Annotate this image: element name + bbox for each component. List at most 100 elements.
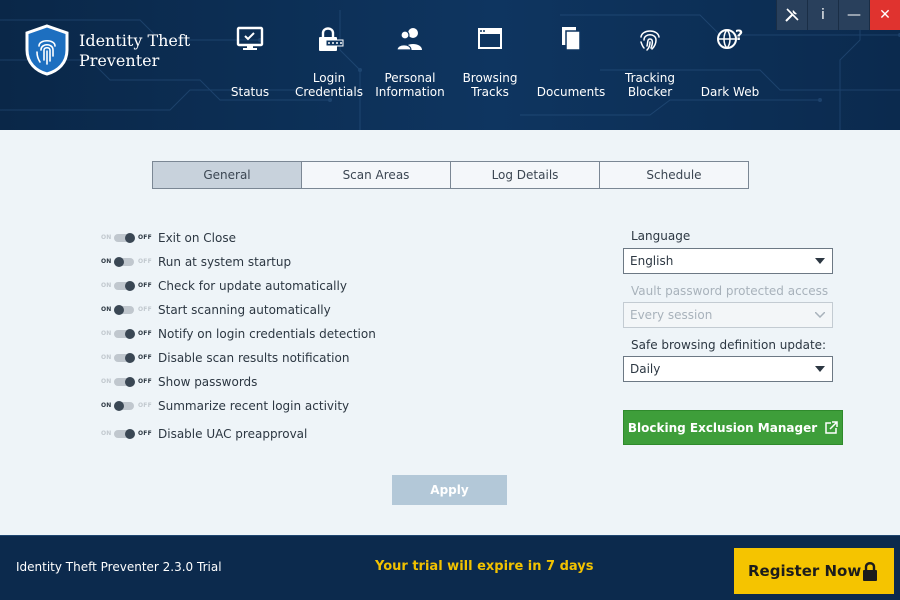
option-label: Show passwords xyxy=(158,375,258,389)
monitor-icon xyxy=(236,26,264,50)
nav-dark-web-label: Dark Web xyxy=(700,85,760,99)
blocking-exclusion-manager-label: Blocking Exclusion Manager xyxy=(627,420,818,435)
toggle-on-text: ON xyxy=(101,378,112,385)
disable-scan-notification-toggle[interactable]: ON OFF xyxy=(101,349,152,367)
toggle-knob xyxy=(125,281,135,291)
toggle-off-text: OFF xyxy=(138,402,152,409)
run-at-startup-toggle[interactable]: ON OFF xyxy=(101,253,152,271)
nav-status[interactable]: Status xyxy=(215,0,285,130)
toggle-on-text: ON xyxy=(101,330,112,337)
exit-on-close-toggle[interactable]: ON OFF xyxy=(101,229,152,247)
tools-button[interactable] xyxy=(776,0,807,30)
option-exit-on-close: ON OFF Exit on Close xyxy=(101,229,236,247)
chevron-down-icon xyxy=(815,312,825,318)
toggle-off-text: OFF xyxy=(138,330,152,337)
language-value: English xyxy=(630,254,674,268)
option-disable-scan-notification: ON OFF Disable scan results notification xyxy=(101,349,349,367)
settings-panel: General Scan Areas Log Details Schedule … xyxy=(0,130,900,535)
summarize-login-toggle[interactable]: ON OFF xyxy=(101,397,152,415)
toggle-off-text: OFF xyxy=(138,234,152,241)
language-select[interactable]: English xyxy=(623,248,833,274)
trial-message: Your trial will expire in 7 days xyxy=(375,559,594,574)
tab-log-details[interactable]: Log Details xyxy=(451,162,600,188)
toggle-on-text: ON xyxy=(101,354,112,361)
app-footer: Identity Theft Preventer 2.3.0 Trial You… xyxy=(0,535,900,600)
settings-tabs: General Scan Areas Log Details Schedule xyxy=(152,161,749,189)
minimize-button[interactable]: — xyxy=(838,0,869,30)
info-button[interactable]: i xyxy=(807,0,838,30)
toggle-knob xyxy=(125,233,135,243)
nav-login-credentials[interactable]: Login Credentials xyxy=(293,0,365,130)
app-title-line2: Preventer xyxy=(79,51,160,70)
show-passwords-toggle[interactable]: ON OFF xyxy=(101,373,152,391)
users-icon xyxy=(396,28,422,51)
tools-icon xyxy=(785,8,799,22)
option-disable-uac: ON OFF Disable UAC preapproval xyxy=(101,425,307,443)
safe-browsing-label: Safe browsing definition update: xyxy=(631,338,827,352)
nav-documents[interactable]: Documents xyxy=(533,0,609,130)
option-label: Summarize recent login activity xyxy=(158,399,350,413)
globe-question-icon: ? xyxy=(717,28,743,49)
option-run-at-startup: ON OFF Run at system startup xyxy=(101,253,291,271)
vault-value: Every session xyxy=(630,308,713,322)
nav-login-credentials-label: Login Credentials xyxy=(294,71,363,99)
toggle-off-text: OFF xyxy=(138,378,152,385)
option-label: Start scanning automatically xyxy=(158,303,331,317)
option-label: Exit on Close xyxy=(158,231,236,245)
documents-icon xyxy=(562,27,581,51)
apply-button[interactable]: Apply xyxy=(392,475,507,505)
nav-browsing-tracks[interactable]: Browsing Tracks xyxy=(455,0,525,130)
tab-schedule[interactable]: Schedule xyxy=(600,162,748,188)
disable-uac-toggle[interactable]: ON OFF xyxy=(101,425,152,443)
window-controls: i — ✕ xyxy=(776,0,900,30)
external-link-icon xyxy=(825,421,838,434)
app-title-line1: Identity Theft xyxy=(79,31,191,50)
toggle-knob xyxy=(125,429,135,439)
toggle-on-text: ON xyxy=(101,430,112,437)
nav-dark-web[interactable]: ? Dark Web xyxy=(695,0,765,130)
toggle-on-text: ON xyxy=(101,258,112,265)
toggle-on-text: ON xyxy=(101,234,112,241)
blocking-exclusion-manager-button[interactable]: Blocking Exclusion Manager xyxy=(623,410,843,445)
option-label: Disable scan results notification xyxy=(158,351,350,365)
option-label: Check for update automatically xyxy=(158,279,347,293)
password-lock-icon xyxy=(319,27,344,51)
check-update-toggle[interactable]: ON OFF xyxy=(101,277,152,295)
toggle-off-text: OFF xyxy=(138,354,152,361)
start-scanning-toggle[interactable]: ON OFF xyxy=(101,301,152,319)
notify-login-toggle[interactable]: ON OFF xyxy=(101,325,152,343)
nav-personal-information[interactable]: Personal Information xyxy=(372,0,448,130)
nav-status-label: Status xyxy=(230,85,270,99)
lock-icon xyxy=(863,562,877,581)
toggle-on-text: ON xyxy=(101,282,112,289)
option-label: Run at system startup xyxy=(158,255,292,269)
toggle-on-text: ON xyxy=(101,306,112,313)
toggle-on-text: ON xyxy=(101,402,112,409)
option-summarize-login: ON OFF Summarize recent login activity xyxy=(101,397,349,415)
toggle-knob xyxy=(114,305,124,315)
nav-tracking-blocker[interactable]: Tracking Blocker xyxy=(615,0,685,130)
toggle-off-text: OFF xyxy=(138,282,152,289)
browser-window-icon xyxy=(478,28,502,49)
nav-documents-label: Documents xyxy=(536,85,606,99)
shield-fingerprint-logo xyxy=(25,24,69,76)
vault-select[interactable]: Every session xyxy=(623,302,833,328)
nav-tracking-blocker-label: Tracking Blocker xyxy=(625,71,675,99)
chevron-down-icon xyxy=(815,366,825,372)
safe-browsing-value: Daily xyxy=(630,362,661,376)
option-show-passwords: ON OFF Show passwords xyxy=(101,373,257,391)
language-label: Language xyxy=(631,229,691,243)
version-text: Identity Theft Preventer 2.3.0 Trial xyxy=(16,560,222,574)
register-now-label: Register Now xyxy=(748,562,862,580)
tab-scan-areas[interactable]: Scan Areas xyxy=(302,162,451,188)
nav-personal-information-label: Personal Information xyxy=(375,71,445,99)
close-button[interactable]: ✕ xyxy=(869,0,900,30)
tab-general[interactable]: General xyxy=(153,162,302,188)
option-check-update: ON OFF Check for update automatically xyxy=(101,277,347,295)
register-now-button[interactable]: Register Now xyxy=(734,548,894,594)
safe-browsing-select[interactable]: Daily xyxy=(623,356,833,382)
app-title: Identity Theft Preventer xyxy=(79,31,190,71)
chevron-down-icon xyxy=(815,258,825,264)
option-label: Disable UAC preapproval xyxy=(158,427,308,441)
toggle-knob xyxy=(125,329,135,339)
